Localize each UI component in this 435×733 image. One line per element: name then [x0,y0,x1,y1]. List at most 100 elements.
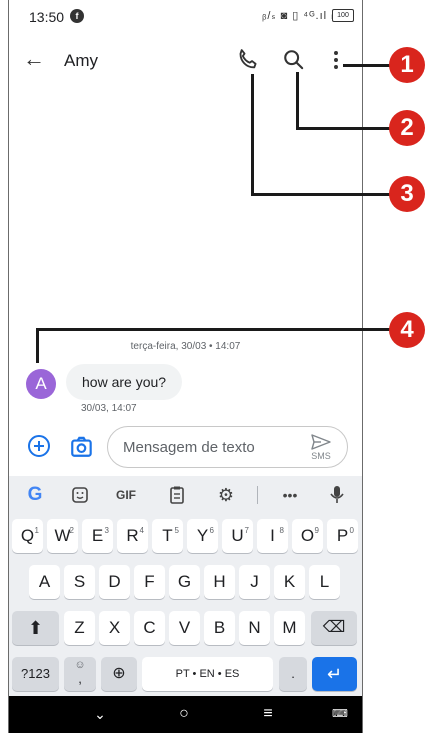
key-hint: 7 [244,526,249,535]
compose-bar: SMS [9,424,362,470]
key-s[interactable]: S [64,565,95,599]
nav-recents-icon[interactable]: ≡ [253,700,283,728]
message-input[interactable] [121,436,295,458]
key-p[interactable]: P0 [327,519,358,553]
key-y[interactable]: Y6 [187,519,218,553]
date-separator: terça-feira, 30/03 • 14:07 [130,341,241,352]
key-q[interactable]: Q1 [12,519,43,553]
key-f[interactable]: F [134,565,165,599]
key-hint: 9 [314,526,319,535]
key-n[interactable]: N [239,611,270,645]
callout-line-1 [343,64,390,67]
message-field[interactable]: SMS [107,426,348,468]
gif-button[interactable]: GIF [109,482,143,508]
key-hint: 2 [69,526,74,535]
backspace-key[interactable]: ⌫ [311,611,357,645]
key-v[interactable]: V [169,611,200,645]
callout-line-3-vertical [251,74,254,195]
key-hint: 1 [34,526,39,535]
callout-line-4-horizontal [36,328,390,331]
key-hint: 8 [279,526,284,535]
google-g-icon[interactable]: G [22,482,48,508]
send-icon [311,434,331,450]
key-t[interactable]: T5 [152,519,183,553]
key-d[interactable]: D [99,565,130,599]
toolbar-divider [257,486,258,504]
key-label: I [270,526,275,545]
key-l[interactable]: L [309,565,340,599]
sticker-icon[interactable] [67,482,93,508]
notification-icon: f [70,9,84,23]
message-timestamp: 30/03, 14:07 [81,403,137,414]
phone-call-icon[interactable] [234,46,262,74]
microphone-icon[interactable] [324,482,350,508]
key-i[interactable]: I8 [257,519,288,553]
back-arrow-icon[interactable]: ← [23,46,45,72]
key-hint: 3 [104,526,109,535]
message-bubble[interactable]: how are you? [66,364,183,400]
symbols-key[interactable]: ?123 [12,657,59,691]
key-u[interactable]: U7 [222,519,253,553]
key-hint: 5 [174,526,179,535]
more-tools-button[interactable]: ••• [275,482,305,508]
key-label: T [162,526,173,545]
phone-screen: 13:50 f ᵦ/ₛ ◙ ▯ ⁴ᴳ.ıl ₗ 100 ← Amy terça-… [8,0,363,733]
key-label: Q [20,526,35,545]
keyboard-row-3: ⬆ ⌫ ZXCVBNM [9,611,362,647]
period-key[interactable]: . [279,657,307,691]
key-hint: 6 [209,526,214,535]
shift-key[interactable]: ⬆ [12,611,59,645]
key-k[interactable]: K [274,565,305,599]
key-e[interactable]: E3 [82,519,113,553]
send-sms-button[interactable]: SMS [305,431,337,463]
key-w[interactable]: W2 [47,519,78,553]
more-options-icon[interactable] [322,46,350,74]
callout-badge-1: 1 [389,47,425,83]
callout-line-3-horizontal [251,193,390,196]
system-status-icons: ᵦ/ₛ ◙ ▯ ⁴ᴳ.ıl ₗ [262,10,334,22]
camera-gallery-icon[interactable] [69,433,95,459]
callout-line-4-vertical [36,328,39,363]
key-b[interactable]: B [204,611,235,645]
key-label: R [126,526,139,545]
key-a[interactable]: A [29,565,60,599]
key-j[interactable]: J [239,565,270,599]
key-label: Y [196,526,209,545]
conversation-title: Amy [64,51,98,70]
key-label: U [231,526,244,545]
key-x[interactable]: X [99,611,130,645]
key-label: W [54,526,71,545]
callout-badge-2: 2 [389,110,425,146]
key-o[interactable]: O9 [292,519,323,553]
keyboard-switch-icon[interactable]: ⌨ [325,700,355,728]
nav-home-icon[interactable]: ○ [169,700,199,728]
settings-gear-icon[interactable]: ⚙ [213,482,239,508]
emoji-icon: ☺ [74,659,86,671]
key-h[interactable]: H [204,565,235,599]
status-time: 13:50 [29,9,65,25]
enter-key[interactable]: ↵ [312,657,357,691]
key-label: P [336,526,349,545]
clipboard-icon[interactable] [164,482,190,508]
system-nav-bar: ⌄ ○ ≡ ⌨ [9,696,362,733]
key-m[interactable]: M [274,611,305,645]
search-icon[interactable] [280,46,308,74]
keyboard-row-1: Q1W2E3R4T5Y6U7I8O9P0 [9,519,362,555]
key-g[interactable]: G [169,565,200,599]
key-label: O [300,526,315,545]
nav-back-chevron-icon[interactable]: ⌄ [85,700,115,728]
key-r[interactable]: R4 [117,519,148,553]
contact-avatar[interactable]: A [26,369,56,399]
key-label: E [91,526,104,545]
key-c[interactable]: C [134,611,165,645]
key-hint: 0 [349,526,354,535]
space-bar[interactable]: PT • EN • ES [142,657,273,691]
callout-badge-4: 4 [389,312,425,348]
app-bar: ← Amy [9,38,362,84]
add-attachment-icon[interactable] [27,434,51,458]
globe-language-icon[interactable]: ⊕ [101,657,137,691]
status-bar: 13:50 f ᵦ/ₛ ◙ ▯ ⁴ᴳ.ıl ₗ 100 [9,0,362,34]
key-hint: 4 [139,526,144,535]
emoji-comma-key[interactable]: ☺ , [64,657,96,691]
key-z[interactable]: Z [64,611,95,645]
